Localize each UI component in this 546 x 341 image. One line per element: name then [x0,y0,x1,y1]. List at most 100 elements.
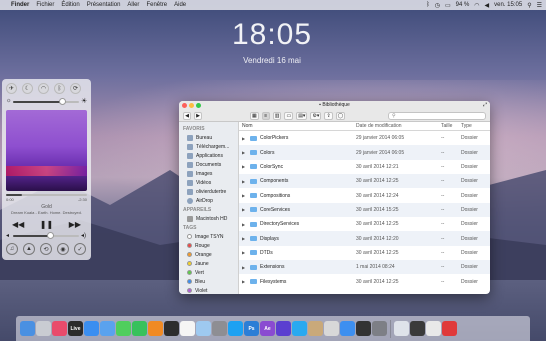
minimize-button[interactable] [189,103,194,108]
disclosure-triangle-icon[interactable]: ▶ [242,250,247,255]
battery-icon[interactable]: ▭ [445,2,451,9]
airplane-icon[interactable]: ✈ [6,83,17,94]
repeat-icon[interactable]: ⟲ [40,243,52,255]
sidebar-tag-item[interactable]: Violet [179,286,238,294]
music-note-icon[interactable]: ♫ [6,243,18,255]
sidebar-tag-item[interactable]: Image TSYN [179,232,238,241]
documents-stack-icon[interactable] [426,321,441,336]
photoshop-icon[interactable]: Ps [244,321,259,336]
appstore-icon[interactable] [340,321,355,336]
spotlight-icon[interactable]: ⚲ [527,2,531,9]
disclosure-triangle-icon[interactable]: ▶ [242,279,247,284]
table-row[interactable]: ▶ DTDs 30 avril 2014 12:25 -- Dossier [239,246,490,260]
notes-icon[interactable] [324,321,339,336]
menu-fenetre[interactable]: Fenêtre [146,2,167,8]
menubar-clock[interactable]: ven. 15:05 [494,2,522,8]
disclosure-triangle-icon[interactable]: ▶ [242,236,247,241]
sidebar-tag-item[interactable]: Bleu [179,277,238,286]
table-row[interactable]: ▶ Extensions 1 mai 2014 08:24 -- Dossier [239,260,490,275]
clapper-icon[interactable] [164,321,179,336]
column-kind[interactable]: Type [461,123,490,129]
forward-icon[interactable]: ▶▶ [69,220,81,229]
disclosure-triangle-icon[interactable]: ▶ [242,150,247,155]
close-button[interactable] [182,103,187,108]
menu-fichier[interactable]: Fichier [36,2,54,8]
back-icon[interactable]: ◀ [183,111,191,120]
menu-finder[interactable]: Finder [11,2,29,8]
table-row[interactable]: ▶ Components 30 avril 2014 12:25 -- Dossier [239,174,490,189]
airplay-icon[interactable]: ▲ [23,243,35,255]
icon-view-icon[interactable]: ▦ [250,111,259,120]
brightness-knob[interactable] [59,98,66,105]
disclosure-triangle-icon[interactable]: ▶ [242,136,247,141]
table-row[interactable]: ▶ DirectoryServices 30 avril 2014 12:25 -- D… [239,217,490,231]
sidebar-item-macintosh-hd[interactable]: Macintosh HD [179,214,238,223]
menu-presentation[interactable]: Présentation [87,2,121,8]
rotation-lock-icon[interactable]: ⟳ [70,83,81,94]
column-size[interactable]: Taille [441,123,461,129]
messages-icon[interactable] [116,321,131,336]
itunes-icon[interactable] [52,321,67,336]
share-icon[interactable]: ⇪ [324,111,333,120]
table-row[interactable]: ▶ Displays 30 avril 2014 12:20 -- Dossier [239,231,490,246]
volume-icon[interactable]: ◀ [485,2,490,9]
brightness-slider[interactable] [13,98,79,105]
menu-aller[interactable]: Aller [127,2,139,8]
arrange-icon[interactable]: ▤▾ [296,111,308,120]
column-date[interactable]: Date de modification [356,123,441,129]
table-row[interactable]: ▶ Filesystems 30 avril 2014 12:25 -- Dossier [239,274,490,288]
list-view-icon[interactable]: ≡ [261,111,270,120]
fullscreen-icon[interactable]: ⤢ [483,101,487,110]
contacts-icon[interactable] [308,321,323,336]
finder-icon[interactable] [20,321,35,336]
disclosure-triangle-icon[interactable]: ▶ [242,179,247,184]
battery-percent[interactable]: 94 % [456,2,470,8]
volume-knob[interactable] [47,232,54,239]
disclosure-triangle-icon[interactable]: ▶ [242,207,247,212]
do-not-disturb-icon[interactable]: ☾ [22,83,33,94]
bluetooth-toggle-icon[interactable]: ᛒ [54,83,65,94]
terminal-icon[interactable] [356,321,371,336]
table-row[interactable]: ▶ ColorSync 30 avril 2014 12:21 -- Dossier [239,160,490,174]
forward-nav-icon[interactable]: ▶ [194,111,202,120]
wifi-toggle-icon[interactable]: ◠ [38,83,49,94]
coverflow-view-icon[interactable]: ▭ [284,111,294,120]
downloads-stack-icon[interactable] [394,321,409,336]
screen-stack-icon[interactable] [410,321,425,336]
checkmark-icon[interactable]: ✓ [74,243,86,255]
pause-icon[interactable]: ❚❚ [40,220,53,229]
twitter-icon[interactable] [228,321,243,336]
table-row[interactable]: ▶ ColorPickers 29 janvier 2014 06:05 -- Doss… [239,131,490,145]
disclosure-triangle-icon[interactable]: ▶ [242,222,247,227]
facetime-icon[interactable] [132,321,147,336]
bluetooth-icon[interactable]: ᛒ [426,2,430,8]
preview-icon[interactable] [196,321,211,336]
column-view-icon[interactable]: ▥ [272,111,282,120]
rewind-icon[interactable]: ◀◀ [12,220,24,229]
timemachine-icon[interactable]: ◷ [435,2,440,9]
mail-icon[interactable] [100,321,115,336]
notification-center-icon[interactable]: ☰ [537,2,542,9]
sidebar-item-telechargements[interactable]: Téléchargem... [179,142,238,151]
search-input[interactable]: ⚲ [388,111,486,120]
sidebar-tag-item[interactable]: Orange [179,250,238,259]
aftereffects-icon[interactable]: Ae [260,321,275,336]
menu-edition[interactable]: Édition [61,2,79,8]
launchpad-icon[interactable] [36,321,51,336]
sidebar-item-bureau[interactable]: Bureau [179,133,238,142]
table-row[interactable]: ▶ Colors 29 janvier 2014 06:05 -- Dossier [239,145,490,160]
zoom-button[interactable] [196,103,201,108]
disclosure-triangle-icon[interactable]: ▶ [242,265,247,270]
safari-icon[interactable] [84,321,99,336]
disclosure-triangle-icon[interactable]: ▶ [242,193,247,198]
action-gear-icon[interactable]: ⚙▾ [310,111,322,120]
sidebar-item-documents[interactable]: Documents [179,160,238,169]
progress-slider[interactable] [6,194,87,196]
preferences-icon[interactable] [372,321,387,336]
table-row[interactable]: ▶ CoreServices 30 avril 2014 15:25 -- Dossie… [239,202,490,218]
sidebar-item-home[interactable]: olivierdutertre [179,187,238,196]
photos-icon[interactable] [180,321,195,336]
sidebar-tag-item[interactable]: Vert [179,268,238,277]
skype-icon[interactable] [292,321,307,336]
volume-slider[interactable] [13,232,79,239]
